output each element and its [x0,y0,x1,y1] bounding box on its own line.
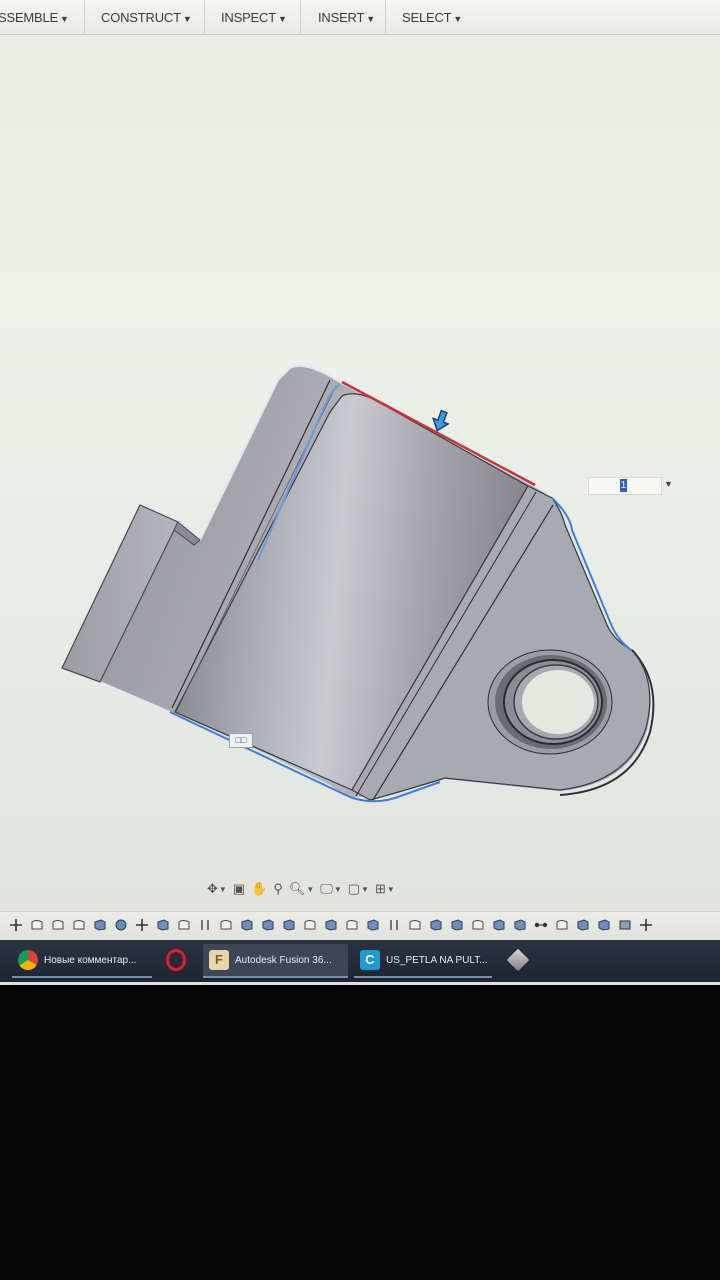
timeline-sketch-icon[interactable] [27,917,47,933]
timeline-move-icon[interactable] [636,917,656,933]
timeline-extrude-icon[interactable] [447,917,467,933]
look-at-button[interactable]: ▣ [231,879,247,899]
timeline-sketch-icon[interactable] [216,917,236,933]
timeline-sketch-icon[interactable] [468,917,488,933]
dimension-value[interactable]: 1 [620,479,627,492]
monitor-bezel [0,985,720,1280]
fusion-window: SSEMBLE ▼ CONSTRUCT ▼ INSPECT ▼ INSERT ▼ SEL… [0,0,720,985]
windows-taskbar: Новые комментар... F Autodesk Fusion 36.… [0,940,720,982]
visual-style-button[interactable]: ▢ ▼ [346,879,371,899]
chevron-down-icon: ▼ [306,884,315,894]
task-chrome[interactable]: Новые комментар... [12,944,152,978]
timeline-extrude-icon[interactable] [363,917,383,933]
monitor-icon: 🖵 [320,881,333,896]
zoom-window-icon: ⚲ [273,881,283,896]
timeline-sketch-icon[interactable] [342,917,362,933]
timeline-sketch-icon[interactable] [69,917,89,933]
chevron-down-icon: ▼ [386,884,395,894]
mounting-hole[interactable] [487,649,613,755]
chevron-down-icon[interactable]: ▼ [664,479,673,489]
cube-app-icon [506,948,530,972]
chevron-down-icon: ▼ [218,884,227,894]
task-opera[interactable] [160,944,196,976]
timeline-extrude-icon[interactable] [489,917,509,933]
grid-button[interactable]: ⊞ ▼ [373,879,397,899]
model-label: □□ [229,733,253,748]
chrome-icon [18,950,38,970]
timeline-fillet-icon[interactable] [111,917,131,933]
chevron-down-icon: ▼ [333,884,342,894]
orbit-icon: ✥ [207,881,218,896]
timeline-sketch-icon[interactable] [48,917,68,933]
timeline-sketch-icon[interactable] [552,917,572,933]
opera-icon [166,949,186,971]
app-c-icon: C [360,950,380,970]
chevron-down-icon: ▼ [361,884,369,894]
timeline-extrude-icon[interactable] [279,917,299,933]
timeline-extrude-icon[interactable] [573,917,593,933]
timeline-joint-icon[interactable] [531,917,551,933]
timeline-extrude-icon[interactable] [510,917,530,933]
timeline-sketch-icon[interactable] [174,917,194,933]
navigation-bar: ✥ ▼ ▣ ✋ ⚲ 🔍︎ ▼ 🖵 ▼ ▢ ▼ ⊞ ▼ [205,878,437,900]
fusion-icon: F [209,950,229,970]
grid-icon: ⊞ [374,881,386,896]
timeline-shell-icon[interactable] [615,917,635,933]
timeline-move-icon[interactable] [132,917,152,933]
timeline-extrude-icon[interactable] [594,917,614,933]
timeline-extrude-icon[interactable] [426,917,446,933]
look-at-icon: ▣ [232,881,246,896]
display-settings-button[interactable]: 🖵 ▼ [318,879,343,899]
square-icon: ▢ [347,881,361,896]
timeline-move-icon[interactable] [6,917,26,933]
orbit-button[interactable]: ✥ ▼ [205,879,229,899]
zoom-window-button[interactable]: ⚲ [271,879,285,899]
magnifier-icon: 🔍︎ [288,881,306,896]
task-cube-app[interactable] [502,944,538,976]
timeline-sketch-icon[interactable] [300,917,320,933]
timeline [0,911,720,937]
timeline-extrude-icon[interactable] [258,917,278,933]
timeline-extrude-icon[interactable] [153,917,173,933]
task-fusion[interactable]: F Autodesk Fusion 36... [203,944,348,978]
hand-icon: ✋ [251,881,268,896]
timeline-revolve-icon[interactable] [195,917,215,933]
timeline-extrude-icon[interactable] [90,917,110,933]
zoom-button[interactable]: 🔍︎ ▼ [287,879,316,899]
task-document[interactable]: C US_PETLA NA PULT... [354,944,492,978]
dimension-input[interactable]: 1 [588,477,662,495]
timeline-revolve-icon[interactable] [384,917,404,933]
timeline-sketch-icon[interactable] [405,917,425,933]
timeline-extrude-icon[interactable] [321,917,341,933]
timeline-extrude-icon[interactable] [237,917,257,933]
pan-button[interactable]: ✋ [249,879,269,899]
